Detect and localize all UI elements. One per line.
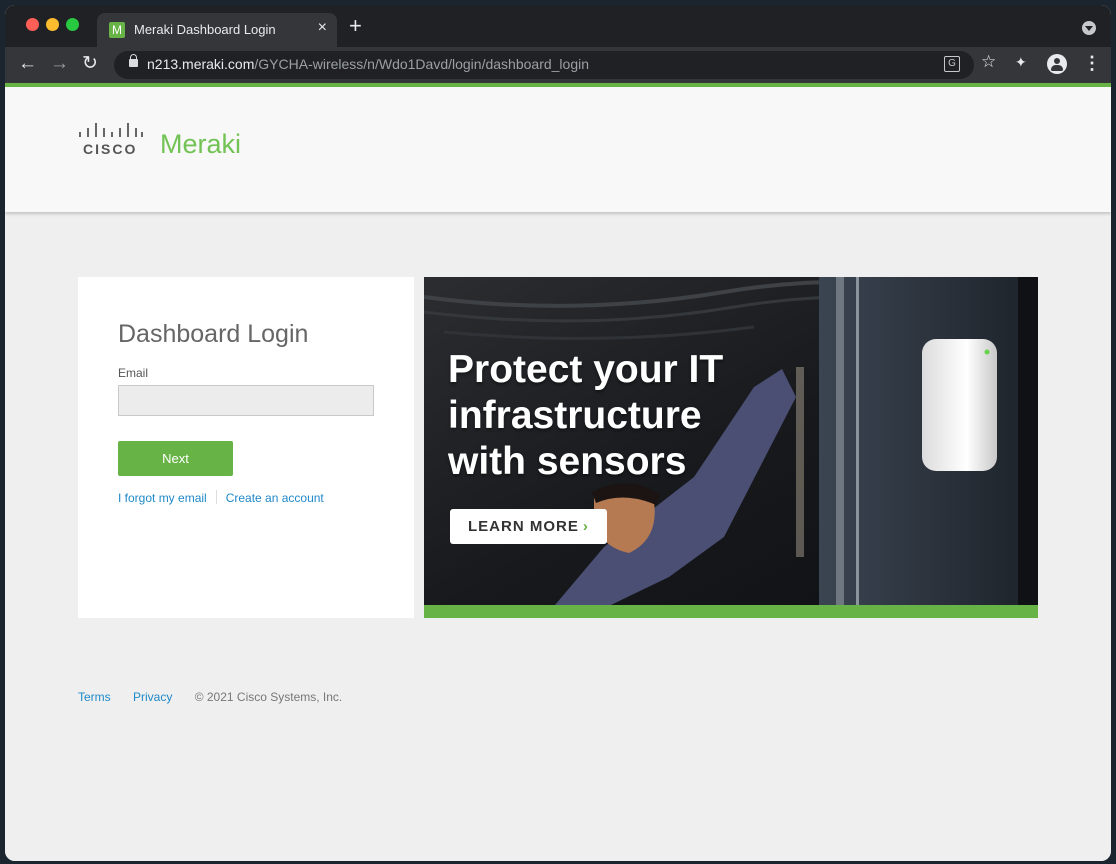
cisco-logo-text: CISCO <box>83 141 138 157</box>
url-path: /GYCHA-wireless/n/Wdo1Davd/login/dashboa… <box>254 56 590 72</box>
privacy-link[interactable]: Privacy <box>133 690 172 704</box>
url-host: n213.meraki.com <box>147 56 255 72</box>
close-window-button[interactable] <box>26 18 39 31</box>
browser-window: M Meraki Dashboard Login × + ← → ↻ n213.… <box>5 5 1111 861</box>
new-tab-icon[interactable]: + <box>349 15 362 37</box>
promo-accent-bar <box>424 605 1038 618</box>
next-button[interactable]: Next <box>118 441 233 476</box>
forward-arrow-icon[interactable]: → <box>50 53 69 75</box>
browser-toolbar: ← → ↻ n213.meraki.com/GYCHA-wireless/n/W… <box>5 47 1111 83</box>
meraki-favicon-icon: M <box>109 22 125 38</box>
promo-banner[interactable]: Protect your IT infrastructure with sens… <box>424 277 1038 618</box>
close-tab-icon[interactable]: × <box>318 19 327 37</box>
back-arrow-icon[interactable]: ← <box>18 53 37 75</box>
page-title: Dashboard Login <box>118 320 309 348</box>
chevron-right-icon: › <box>582 518 589 535</box>
copyright-text: © 2021 Cisco Systems, Inc. <box>194 690 343 704</box>
url-text[interactable]: n213.meraki.com/GYCHA-wireless/n/Wdo1Dav… <box>147 56 589 72</box>
reload-icon[interactable]: ↻ <box>82 53 98 75</box>
create-account-link[interactable]: Create an account <box>226 491 324 505</box>
tab-title: Meraki Dashboard Login <box>134 22 276 37</box>
profile-avatar-icon[interactable] <box>1047 54 1067 74</box>
translate-icon[interactable]: G <box>944 56 960 72</box>
extensions-puzzle-icon[interactable]: ✦ <box>1015 54 1027 71</box>
browser-menu-icon[interactable]: ⋮ <box>1083 53 1101 74</box>
terms-link[interactable]: Terms <box>78 690 111 704</box>
login-card: Dashboard Login Email Next I forgot my e… <box>78 277 414 618</box>
page-footer: Terms Privacy © 2021 Cisco Systems, Inc. <box>78 690 342 704</box>
tab-bar: M Meraki Dashboard Login × + <box>5 5 1111 47</box>
email-field[interactable] <box>118 385 374 416</box>
bookmark-star-icon[interactable]: ☆ <box>981 52 996 72</box>
learn-more-button[interactable]: LEARN MORE › <box>450 509 607 544</box>
promo-heading: Protect your IT infrastructure with sens… <box>448 348 724 483</box>
page-content: CISCO Meraki Dashboard Login Email Next … <box>5 83 1111 861</box>
forgot-email-link[interactable]: I forgot my email <box>118 491 207 505</box>
minimize-window-button[interactable] <box>46 18 59 31</box>
meraki-logo-text: Meraki <box>160 129 242 159</box>
link-divider <box>215 490 217 504</box>
site-header: CISCO Meraki <box>5 87 1111 212</box>
address-bar[interactable]: n213.meraki.com/GYCHA-wireless/n/Wdo1Dav… <box>114 51 974 79</box>
cisco-logo-bars-icon <box>79 123 143 137</box>
lock-icon[interactable] <box>129 54 138 67</box>
learn-more-label: LEARN MORE <box>468 518 579 535</box>
tab-search-dropdown-icon[interactable] <box>1082 21 1096 35</box>
zoom-window-button[interactable] <box>66 18 79 31</box>
email-label: Email <box>118 366 149 380</box>
login-links: I forgot my email Create an account <box>118 490 324 505</box>
tab-meraki-login[interactable]: M Meraki Dashboard Login × <box>97 13 337 47</box>
